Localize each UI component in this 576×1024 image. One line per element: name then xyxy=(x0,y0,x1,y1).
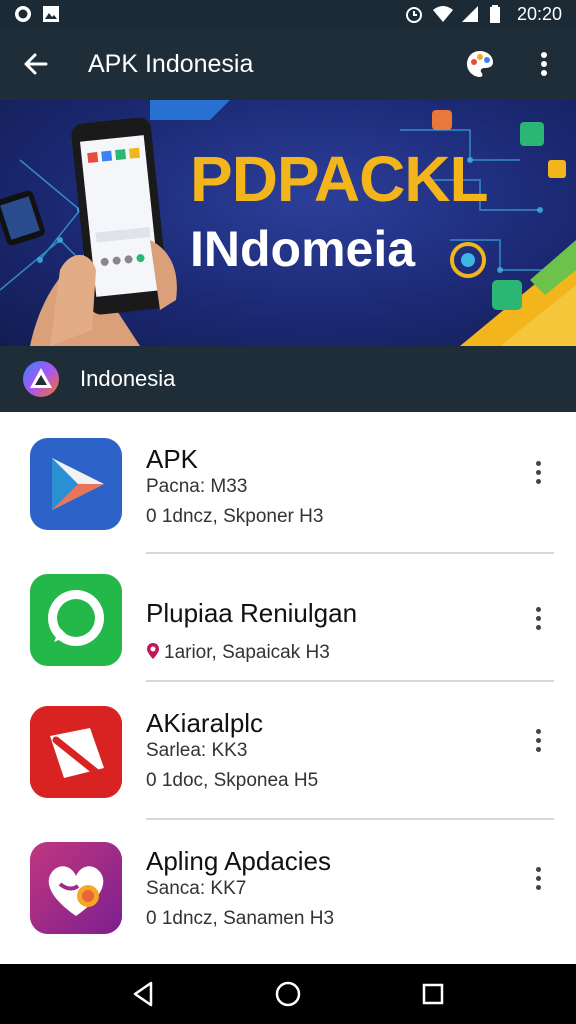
image-icon xyxy=(42,5,60,23)
clock-time: 20:20 xyxy=(516,3,562,24)
app-name: APK xyxy=(146,444,199,474)
home-circle-icon xyxy=(275,981,301,1007)
heart-app-icon xyxy=(30,842,122,934)
nav-recents-button[interactable] xyxy=(408,969,458,1019)
app-meta-line-1: Sarlea: KK3 xyxy=(146,740,248,761)
more-options-button[interactable] xyxy=(512,28,576,100)
location-pin-icon xyxy=(147,643,159,659)
app-meta-line-1: Sanca: KK7 xyxy=(146,878,247,899)
back-triangle-icon xyxy=(133,981,152,1007)
page-title: APK Indonesia xyxy=(88,49,254,78)
divider xyxy=(146,818,554,820)
app-more-button[interactable] xyxy=(526,720,550,760)
palette-icon xyxy=(467,51,493,77)
promo-banner[interactable]: PDPACKL INdomeia xyxy=(0,100,576,346)
list-item[interactable]: APK Pacna: M33 0 1dncz, Skponer H3 xyxy=(0,412,576,542)
nav-home-button[interactable] xyxy=(263,969,313,1019)
list-item[interactable]: Apling Apdacies Sanca: KK7 0 1dncz, Sana… xyxy=(0,830,576,960)
banner-subtitle: INdomeia xyxy=(190,221,416,277)
app-meta-line-2: 1arior, Sapaicak H3 xyxy=(146,642,330,664)
back-arrow-icon xyxy=(24,53,48,75)
more-vert-icon xyxy=(541,52,547,76)
alarm-icon xyxy=(405,5,423,23)
app-name: AKiaralplc xyxy=(146,708,264,738)
app-more-button[interactable] xyxy=(526,598,550,638)
list-item[interactable]: Plupiaa Reniulgan 1arior, Sapaicak H3 xyxy=(0,562,576,692)
play-store-icon xyxy=(30,438,122,530)
whatsapp-icon xyxy=(30,574,122,666)
divider xyxy=(146,552,554,554)
back-button[interactable] xyxy=(0,28,72,100)
battery-icon xyxy=(489,5,507,23)
section-logo-icon xyxy=(23,361,59,397)
app-name: Apling Apdacies xyxy=(146,846,332,876)
section-title: Indonesia xyxy=(80,366,176,391)
signal-icon xyxy=(461,5,479,23)
wifi-icon xyxy=(432,5,453,23)
banner-title: PDPACKL xyxy=(190,143,489,215)
list-item[interactable]: AKiaralplc Sarlea: KK3 0 1doc, Skponea H… xyxy=(0,692,576,822)
status-bar: 20:20 xyxy=(0,0,576,28)
recents-square-icon xyxy=(423,983,444,1005)
section-header: Indonesia xyxy=(0,346,576,412)
app-meta-line-2: 0 1dncz, Sanamen H3 xyxy=(146,908,335,929)
nav-back-button[interactable] xyxy=(118,969,168,1019)
app-more-button[interactable] xyxy=(526,452,550,492)
whatsapp-icon xyxy=(14,5,32,23)
app-name: Plupiaa Reniulgan xyxy=(146,598,358,628)
app-meta-line-1: Pacna: M33 xyxy=(146,476,248,497)
app-bar: APK Indonesia xyxy=(0,28,576,100)
divider xyxy=(146,680,554,682)
app-more-button[interactable] xyxy=(526,858,550,898)
app-meta-line-2: 0 1doc, Skponea H5 xyxy=(146,770,319,791)
navigation-bar xyxy=(0,964,576,1024)
red-app-icon xyxy=(30,706,122,798)
palette-button[interactable] xyxy=(448,28,512,100)
phone-illustration xyxy=(0,117,177,346)
app-meta-line-2: 0 1dncz, Skponer H3 xyxy=(146,506,324,527)
